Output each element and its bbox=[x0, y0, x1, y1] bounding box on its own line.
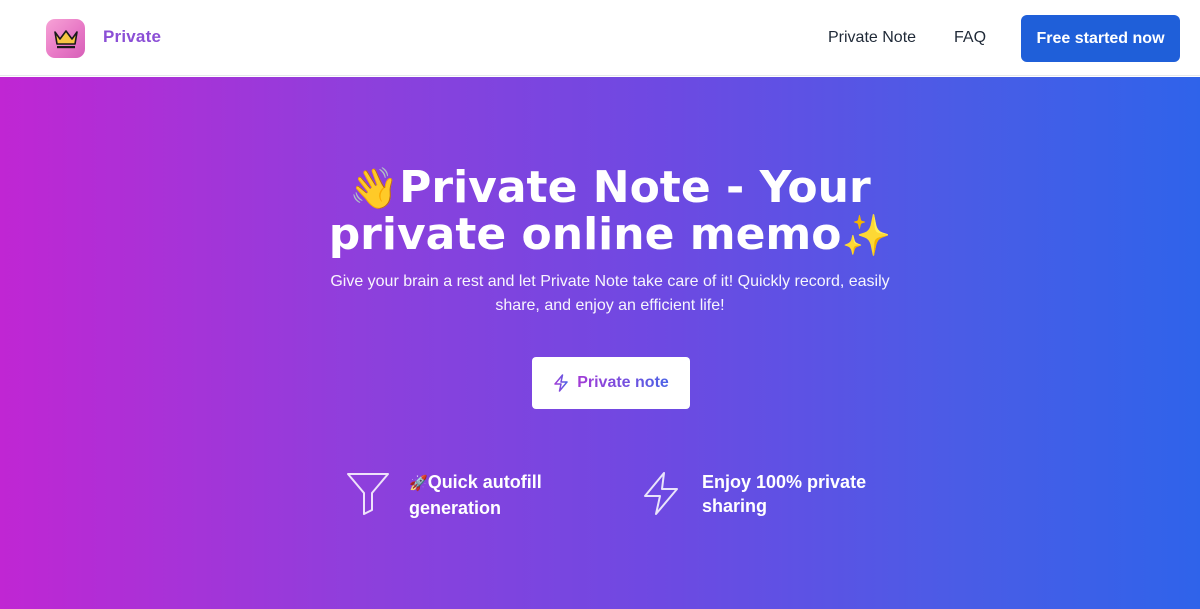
brand-name[interactable]: Private bbox=[103, 27, 161, 47]
feature-text-autofill: Quick autofill generation bbox=[409, 472, 542, 518]
rocket-emoji-icon: 🚀 bbox=[409, 475, 428, 492]
lightning-icon bbox=[644, 472, 678, 515]
free-started-now-button[interactable]: Free started now bbox=[1021, 15, 1180, 62]
private-note-button-label: Private note bbox=[577, 374, 669, 391]
waving-hand-emoji-icon: 👋 bbox=[349, 166, 400, 212]
nav-link-faq[interactable]: FAQ bbox=[954, 29, 986, 47]
crown-logo-icon[interactable] bbox=[46, 19, 85, 58]
lightning-icon bbox=[554, 374, 568, 392]
funnel-icon bbox=[347, 473, 389, 515]
nav-link-private-note[interactable]: Private Note bbox=[828, 29, 916, 47]
crown-icon bbox=[53, 29, 78, 48]
hero-subtitle: Give your brain a rest and let Private N… bbox=[330, 273, 890, 314]
private-note-button[interactable]: Private note bbox=[532, 357, 690, 409]
hero-section: 👋Private Note - Your private online memo… bbox=[0, 77, 1200, 609]
hero-title-line1: Private Note - Your bbox=[399, 162, 871, 213]
hero-title-line2: private online memo bbox=[328, 209, 842, 260]
feature-text-sharing: Enjoy 100% private sharing bbox=[702, 472, 867, 516]
top-navbar: Private Private Note FAQ Free started no… bbox=[0, 0, 1200, 76]
sparkles-emoji-icon: ✨ bbox=[841, 213, 892, 259]
feature-private-sharing: Enjoy 100% private sharing bbox=[638, 470, 877, 518]
hero-title: 👋Private Note - Your private online memo… bbox=[300, 162, 920, 260]
feature-quick-autofill: 🚀Quick autofill generation bbox=[345, 470, 584, 520]
